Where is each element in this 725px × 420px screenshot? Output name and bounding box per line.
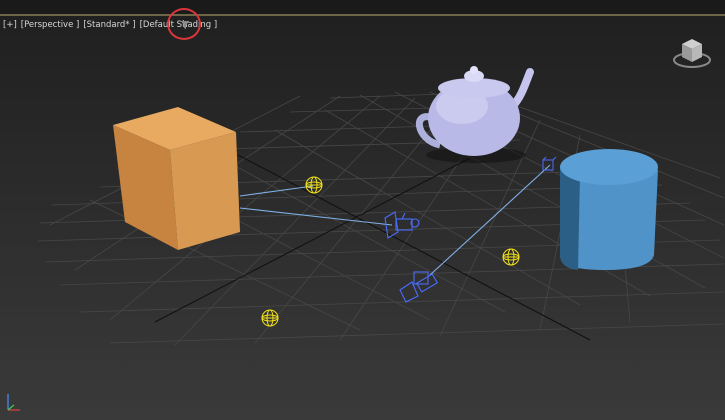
- teapot-object[interactable]: [415, 66, 534, 163]
- viewcube-icon[interactable]: [672, 34, 712, 70]
- omni-light-3[interactable]: [261, 309, 279, 327]
- camera-2[interactable]: [399, 271, 439, 303]
- cylinder-object[interactable]: [560, 149, 658, 270]
- omni-light-2[interactable]: [502, 248, 520, 266]
- perspective-viewport[interactable]: [+] [Perspective ] [Standard* ] [Default…: [0, 0, 725, 420]
- omni-light-1[interactable]: [305, 176, 323, 194]
- box-object[interactable]: [113, 107, 240, 250]
- axis-tripod-icon: [7, 394, 20, 411]
- scene-canvas: [37, 66, 725, 346]
